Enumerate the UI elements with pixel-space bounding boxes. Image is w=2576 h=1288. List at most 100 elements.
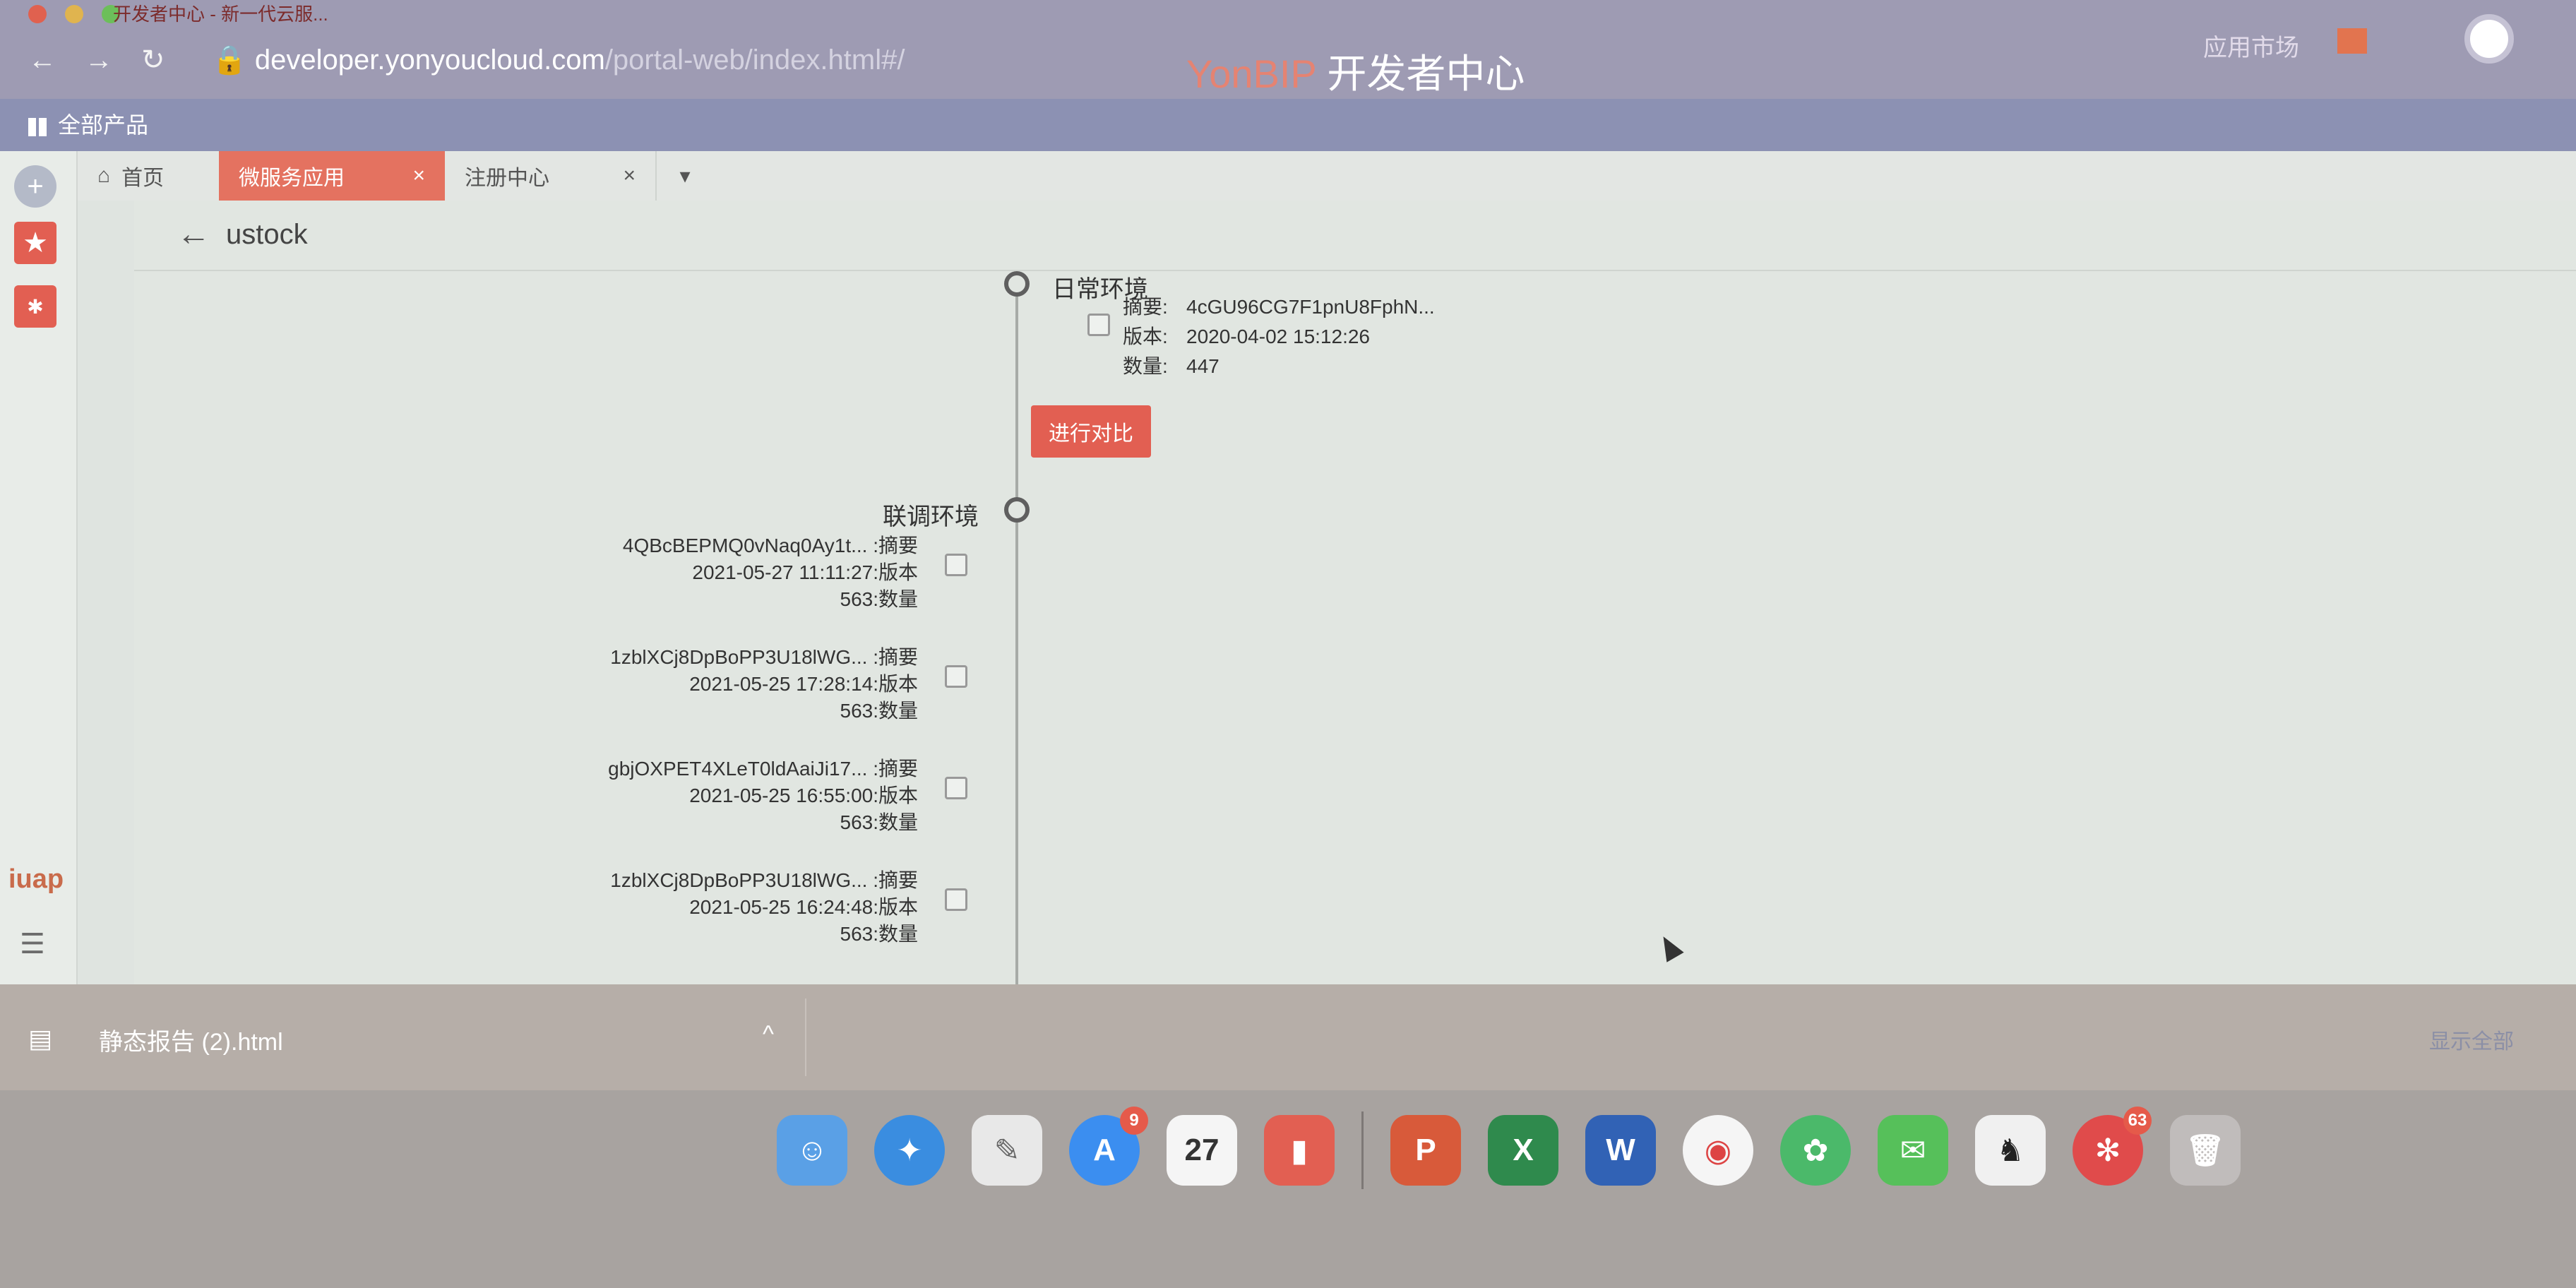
file-icon: ▤ bbox=[28, 1024, 53, 1053]
joint-env-label: 联调环境 bbox=[883, 503, 979, 530]
item-checkbox[interactable] bbox=[945, 777, 967, 799]
list-item: 1zblXCj8DpBoPP3U18lWG... :摘要 2021-05-25 … bbox=[487, 644, 1010, 756]
safari-icon[interactable]: ✦ bbox=[874, 1115, 945, 1186]
back-arrow-icon[interactable]: ← bbox=[28, 44, 56, 76]
app-store-icon[interactable]: A9 bbox=[1069, 1107, 1148, 1186]
tab-home-label: 首页 bbox=[121, 167, 165, 190]
count-value: 447 bbox=[1186, 355, 1220, 377]
screen: 开发者中心 - 新一代云服... ← → ↻ 🔒 developer.yonyo… bbox=[0, 0, 2576, 1288]
finder-icon[interactable]: ☺ bbox=[777, 1115, 847, 1186]
brand-yon: YonBIP bbox=[1186, 52, 1316, 96]
browser-tab-title[interactable]: 开发者中心 - 新一代云服... bbox=[113, 0, 328, 28]
close-icon[interactable]: × bbox=[623, 164, 636, 188]
all-products-button[interactable]: 全部产品 bbox=[28, 99, 148, 151]
notes-icon[interactable]: ✎ bbox=[972, 1115, 1042, 1186]
main-content: ← ustock 日常环境 摘要: 4cGU96CG7F1pnU8FphN... … bbox=[134, 201, 2576, 991]
summary-key: 摘要: bbox=[1123, 296, 1168, 318]
tab-registry-center[interactable]: 注册中心 × bbox=[445, 151, 657, 201]
lock-icon: 🔒 bbox=[212, 44, 255, 76]
address-bar[interactable]: 🔒 developer.yonyoucloud.com/portal-web/i… bbox=[212, 39, 905, 81]
tab-microservice-label: 微服务应用 bbox=[239, 167, 345, 190]
iuap-logo: iuap bbox=[8, 864, 64, 894]
item-version: 2021-05-25 16:55:00:版本 bbox=[689, 785, 918, 806]
qq-icon[interactable]: ♞ bbox=[1975, 1115, 2046, 1186]
flag-icon[interactable] bbox=[2337, 28, 2367, 54]
evernote-icon[interactable]: ✿ bbox=[1780, 1115, 1851, 1186]
browser-nav: ← → ↻ bbox=[28, 35, 165, 85]
show-all-link[interactable]: 显示全部 bbox=[2429, 1024, 2514, 1055]
tabs-more-dropdown[interactable]: ▾ bbox=[657, 151, 713, 201]
list-item: gbjOXPET4XLeT0ldAaiJi17... :摘要 2021-05-2… bbox=[487, 756, 1010, 867]
divider bbox=[805, 998, 806, 1076]
trash-icon[interactable]: 🗑 bbox=[2170, 1115, 2241, 1186]
timeline-line bbox=[1015, 285, 1018, 991]
app-icon[interactable]: ✻ 63 bbox=[2073, 1107, 2152, 1186]
item-count: 563:数量 bbox=[840, 923, 919, 945]
list-item: 4QBcBEPMQ0vNaq0Ay1t... :摘要 2021-05-27 11… bbox=[487, 532, 1010, 644]
item-summary: gbjOXPET4XLeT0ldAaiJi17... :摘要 bbox=[608, 758, 918, 780]
apps-icon[interactable]: ✱ bbox=[14, 285, 56, 328]
calendar-day: 27 bbox=[1184, 1133, 1220, 1167]
app-market-link[interactable]: 应用市场 bbox=[2203, 28, 2299, 63]
item-summary: 1zblXCj8DpBoPP3U18lWG... :摘要 bbox=[610, 869, 918, 891]
item-summary: 4QBcBEPMQ0vNaq0Ay1t... :摘要 bbox=[622, 535, 918, 556]
all-products-label: 全部产品 bbox=[58, 112, 149, 138]
grid-icon bbox=[28, 117, 47, 136]
excel-icon[interactable]: X bbox=[1488, 1115, 1558, 1186]
list-item-text: gbjOXPET4XLeT0ldAaiJi17... :摘要 2021-05-2… bbox=[608, 756, 918, 836]
brand-logo: YonBIP 开发者中心 bbox=[1186, 42, 1525, 100]
back-button[interactable]: ← bbox=[177, 215, 210, 254]
dock-icons: ☺ ✦ ✎ A9 27 ▮ P X W ◉ ✿ ✉ ♞ ✻ 63 🗑 bbox=[777, 1104, 2241, 1196]
menu-collapse-icon[interactable]: ☰ bbox=[20, 928, 45, 960]
joint-list: 4QBcBEPMQ0vNaq0Ay1t... :摘要 2021-05-27 11… bbox=[487, 532, 1010, 979]
item-version: 2021-05-25 17:28:14:版本 bbox=[689, 673, 918, 695]
item-version: 2021-05-25 16:24:48:版本 bbox=[689, 896, 918, 918]
chevron-down-icon: ▾ bbox=[679, 164, 691, 188]
list-item-text: 4QBcBEPMQ0vNaq0Ay1t... :摘要 2021-05-27 11… bbox=[623, 532, 918, 613]
count-key: 数量: bbox=[1123, 355, 1168, 377]
close-window-button[interactable] bbox=[28, 5, 47, 23]
keynote-icon[interactable]: ▮ bbox=[1264, 1115, 1335, 1186]
add-icon[interactable]: + bbox=[14, 165, 56, 208]
item-count: 563:数量 bbox=[840, 811, 919, 833]
timeline-node-joint bbox=[1004, 497, 1030, 523]
products-bar: 全部产品 bbox=[0, 99, 2576, 151]
favorites-icon[interactable]: ★ bbox=[14, 222, 56, 264]
page-title: ustock bbox=[226, 219, 308, 250]
brand-title: 开发者中心 bbox=[1327, 52, 1525, 96]
avatar[interactable] bbox=[2464, 14, 2514, 64]
url-host: developer.yonyoucloud.com bbox=[254, 44, 605, 76]
compare-button[interactable]: 进行对比 bbox=[1031, 405, 1151, 458]
window-controls bbox=[28, 0, 120, 28]
daily-checkbox[interactable] bbox=[1087, 314, 1110, 336]
close-icon[interactable]: × bbox=[412, 164, 425, 188]
timeline-node-daily bbox=[1004, 271, 1030, 297]
app-store-badge: 9 bbox=[1120, 1107, 1148, 1135]
tab-microservice-app[interactable]: 微服务应用 × bbox=[219, 151, 445, 201]
item-checkbox[interactable] bbox=[945, 554, 967, 576]
minimize-window-button[interactable] bbox=[65, 5, 83, 23]
app-badge: 63 bbox=[2123, 1107, 2152, 1135]
chrome-icon[interactable]: ◉ bbox=[1683, 1115, 1753, 1186]
item-checkbox[interactable] bbox=[945, 665, 967, 688]
daily-summary-row: 摘要: 4cGU96CG7F1pnU8FphN... bbox=[1123, 292, 1435, 322]
home-icon: ⌂ bbox=[97, 164, 111, 187]
daily-info: 摘要: 4cGU96CG7F1pnU8FphN... 版本: 2020-04-02 … bbox=[1123, 292, 1435, 381]
forward-arrow-icon[interactable]: → bbox=[85, 44, 113, 76]
item-checkbox[interactable] bbox=[945, 888, 967, 911]
dock: ☺ ✦ ✎ A9 27 ▮ P X W ◉ ✿ ✉ ♞ ✻ 63 🗑 bbox=[0, 1090, 2576, 1288]
version-value: 2020-04-02 15:12:26 bbox=[1186, 326, 1370, 347]
tab-home[interactable]: ⌂ 首页 bbox=[78, 151, 219, 201]
download-filename[interactable]: 静态报告 (2).html bbox=[99, 1022, 283, 1057]
chevron-up-icon[interactable]: ^ bbox=[763, 1021, 774, 1049]
url-path: /portal-web/index.html#/ bbox=[604, 44, 905, 76]
word-icon[interactable]: W bbox=[1585, 1115, 1656, 1186]
page-tabs: ⌂ 首页 微服务应用 × 注册中心 × ▾ bbox=[78, 151, 2576, 201]
reload-icon[interactable]: ↻ bbox=[141, 44, 165, 76]
item-count: 563:数量 bbox=[840, 700, 919, 722]
wechat-icon[interactable]: ✉ bbox=[1878, 1115, 1948, 1186]
calendar-icon[interactable]: 27 bbox=[1167, 1115, 1237, 1186]
powerpoint-icon[interactable]: P bbox=[1390, 1115, 1461, 1186]
browser-chrome: 开发者中心 - 新一代云服... ← → ↻ 🔒 developer.yonyo… bbox=[0, 0, 2576, 99]
dock-separator bbox=[1361, 1111, 1364, 1189]
